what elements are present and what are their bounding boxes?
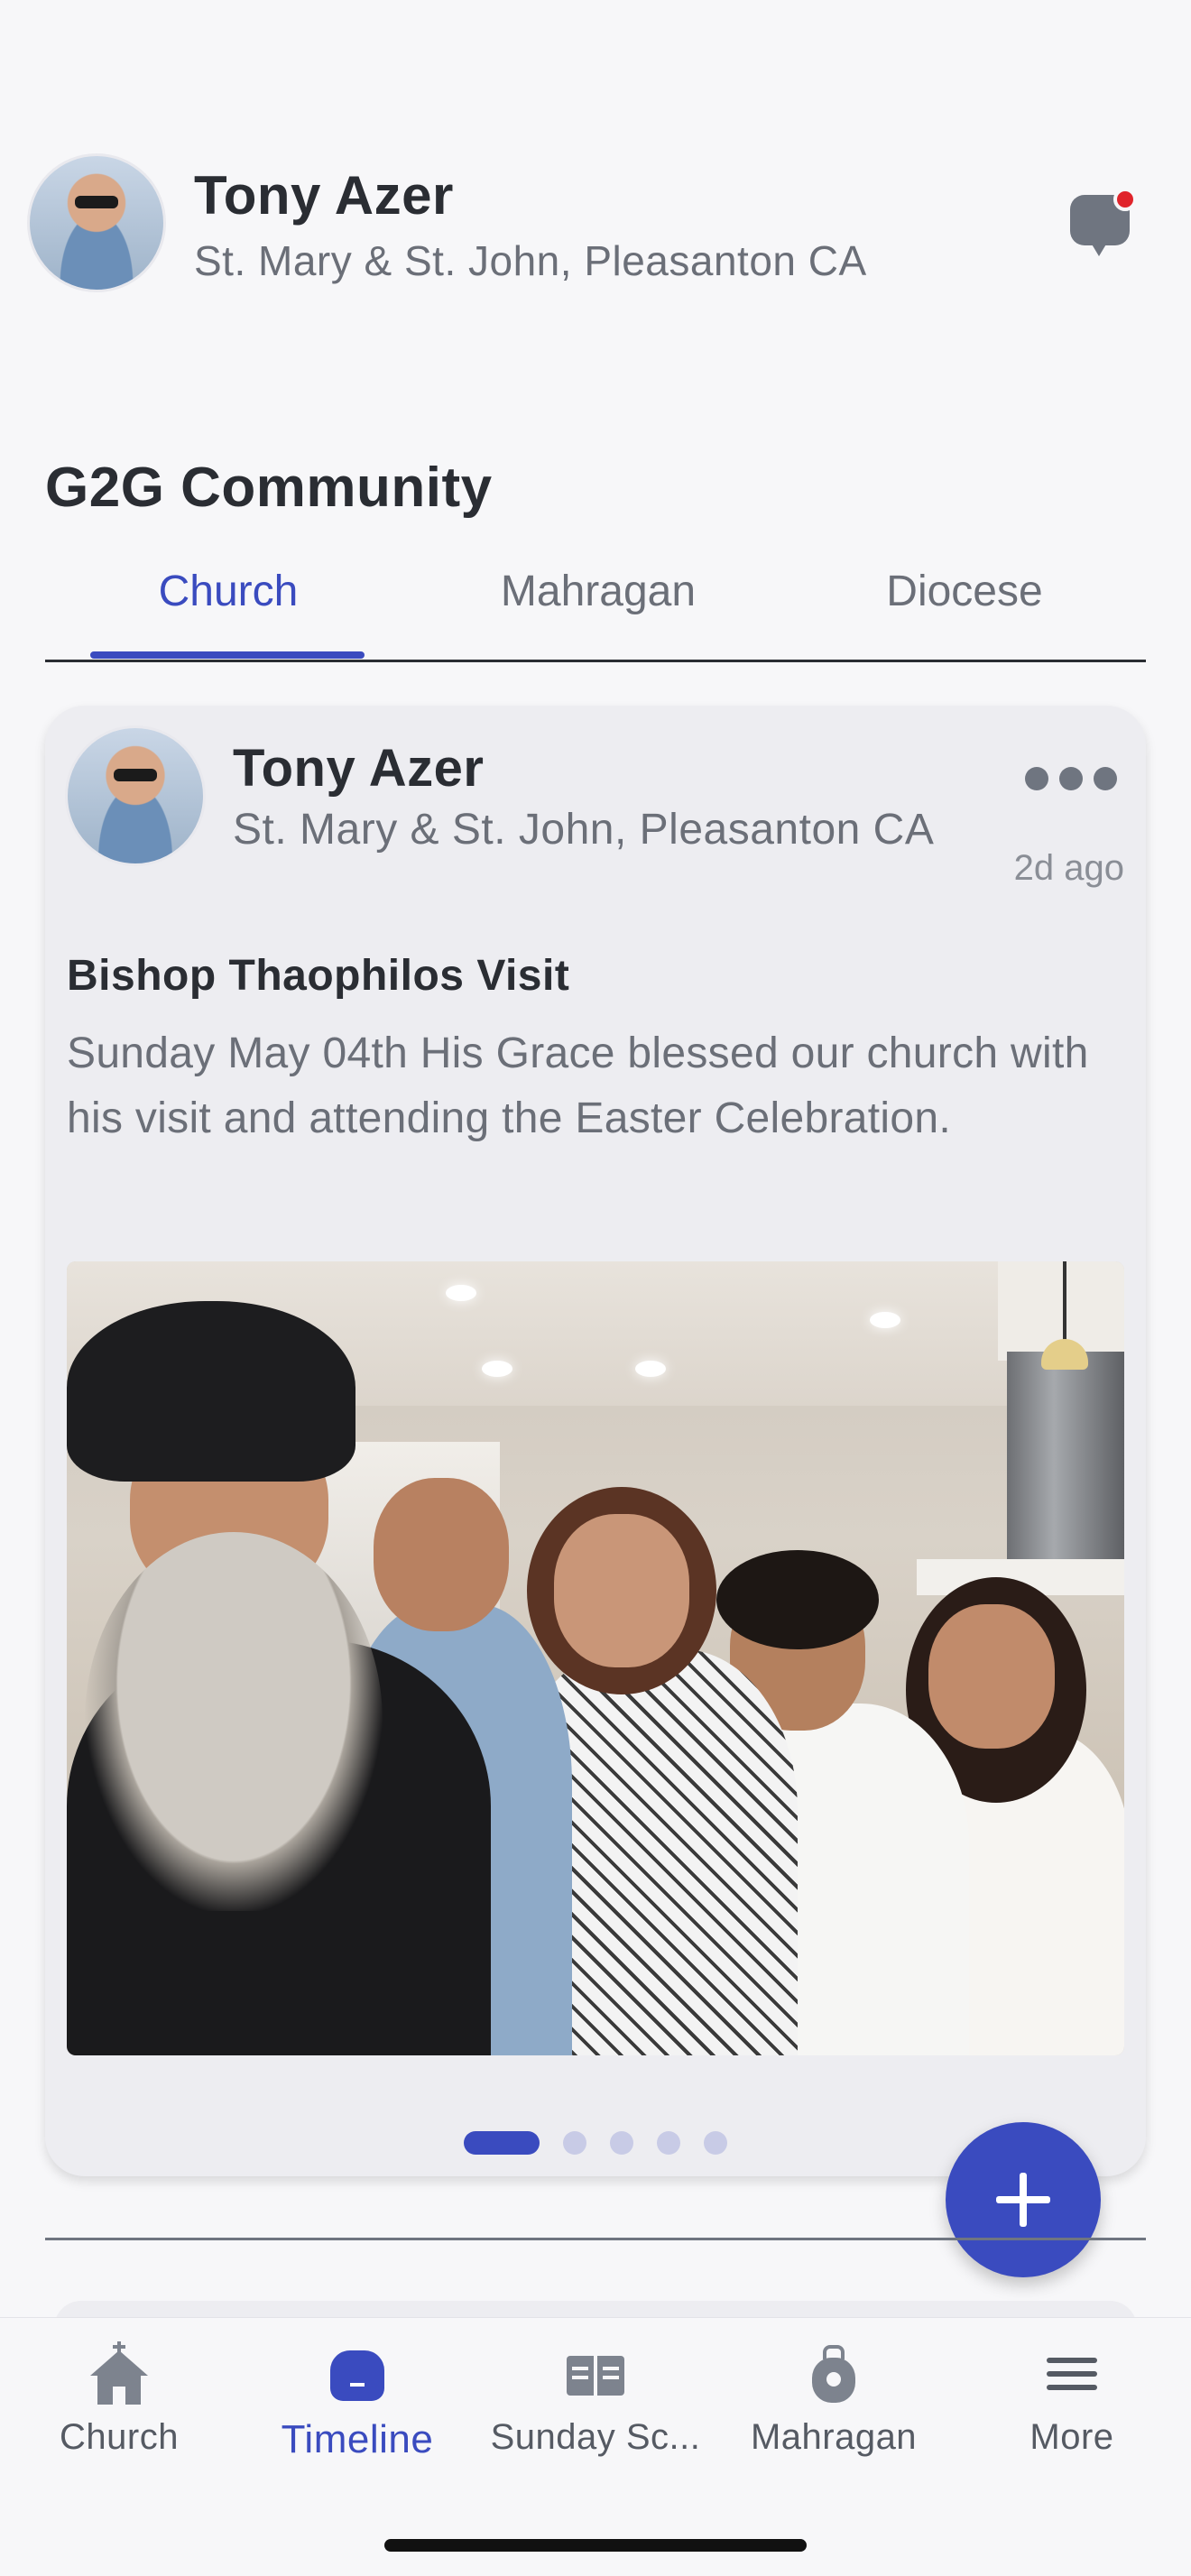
timeline-icon [325, 2341, 390, 2406]
user-name: Tony Azer [194, 165, 454, 226]
pager-dot[interactable] [464, 2131, 540, 2155]
post-body: Sunday May 04th His Grace blessed our ch… [67, 1029, 1089, 1142]
community-tabs: Church Mahragan Diocese [45, 550, 1146, 662]
nav-church[interactable]: Church [0, 2341, 238, 2458]
notification-dot [1113, 188, 1137, 211]
post-author-church: St. Mary & St. John, Pleasanton CA [233, 806, 935, 854]
feed-divider [45, 2238, 1146, 2240]
post-timestamp: 2d ago [1013, 848, 1124, 888]
user-church: St. Mary & St. John, Pleasanton CA [194, 237, 867, 284]
post-author-avatar[interactable] [65, 725, 206, 866]
nav-timeline[interactable]: Timeline [238, 2341, 476, 2462]
tab-mahragan[interactable]: Mahragan [415, 567, 781, 616]
app-screen: Tony Azer St. Mary & St. John, Pleasanto… [0, 0, 1191, 2576]
nav-label: Church [60, 2417, 179, 2457]
add-post-button[interactable] [946, 2122, 1101, 2277]
community-title: G2G Community [45, 457, 493, 519]
tab-diocese[interactable]: Diocese [781, 567, 1148, 616]
user-avatar[interactable] [27, 153, 166, 292]
active-tab-indicator [90, 651, 365, 659]
pager-dot[interactable] [610, 2131, 633, 2155]
pager-dot[interactable] [704, 2131, 727, 2155]
post-author-name: Tony Azer [233, 739, 485, 798]
tab-church[interactable]: Church [45, 567, 411, 616]
pager-dot[interactable] [657, 2131, 680, 2155]
profile-header: Tony Azer St. Mary & St. John, Pleasanto… [27, 153, 1137, 298]
bottom-navigation: Church Timeline Sunday Sc... Mahragan Mo… [0, 2317, 1191, 2576]
nav-sunday-school[interactable]: Sunday Sc... [476, 2341, 715, 2458]
pager-dot[interactable] [563, 2131, 586, 2155]
nav-more[interactable]: More [953, 2341, 1191, 2458]
church-icon [87, 2341, 152, 2406]
nav-label: Sunday Sc... [490, 2417, 701, 2457]
home-indicator[interactable] [384, 2539, 807, 2552]
book-icon [563, 2341, 628, 2406]
messages-button[interactable] [1065, 188, 1137, 260]
post-photo[interactable] [67, 1261, 1124, 2055]
post-title: Bishop Thaophilos Visit [67, 952, 570, 1000]
nav-label: More [1029, 2417, 1114, 2457]
nav-label: Mahragan [750, 2417, 918, 2457]
medal-icon [801, 2341, 866, 2406]
nav-mahragan[interactable]: Mahragan [715, 2341, 953, 2458]
nav-label: Timeline [281, 2417, 434, 2461]
menu-icon [1039, 2341, 1104, 2406]
post-card[interactable]: Tony Azer St. Mary & St. John, Pleasanto… [45, 706, 1146, 2176]
more-options-icon[interactable] [1025, 767, 1117, 790]
